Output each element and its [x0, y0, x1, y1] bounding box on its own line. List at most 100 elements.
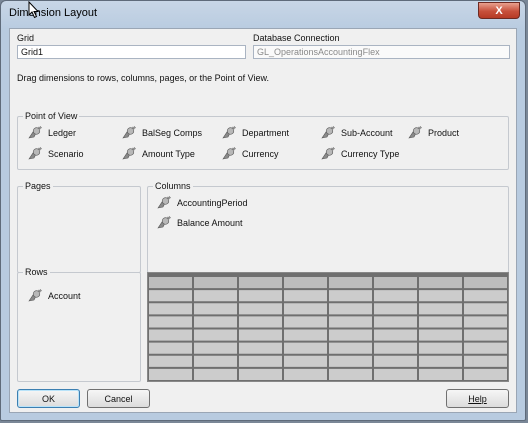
grid-cell: [329, 355, 372, 367]
grid-cell: [464, 355, 507, 367]
grid-cell: [194, 342, 237, 354]
grid-cell: [419, 368, 462, 380]
grid-cell: [149, 355, 192, 367]
grid-cell: [419, 342, 462, 354]
dimension-icon: [408, 126, 422, 139]
grid-cell: [239, 355, 282, 367]
dimension-label: Ledger: [48, 127, 77, 138]
grid-cell: [329, 342, 372, 354]
grid-cell: [464, 342, 507, 354]
grid-cell: [329, 290, 372, 302]
dimension-product[interactable]: Product: [407, 126, 459, 139]
dimension-icon: [28, 147, 42, 160]
grid-cell: [149, 342, 192, 354]
grid-cell: [419, 355, 462, 367]
point-of-view-title: Point of View: [23, 111, 80, 122]
grid-cell: [149, 368, 192, 380]
pages-drop-zone[interactable]: Pages: [17, 181, 141, 273]
grid-cell: [284, 277, 327, 289]
rows-title: Rows: [23, 267, 50, 278]
grid-cell: [149, 303, 192, 315]
dimension-layout-dialog: Dimension Layout X Grid Grid1 Database C…: [0, 0, 526, 421]
dimension-balance-amount[interactable]: Balance Amount: [156, 216, 243, 229]
dimension-currency[interactable]: Currency: [221, 147, 279, 160]
grid-cell: [329, 316, 372, 328]
grid-cell: [374, 329, 417, 341]
dimension-label: Account: [48, 290, 81, 301]
grid-cell: [149, 277, 192, 289]
dimension-account[interactable]: Account: [27, 289, 81, 302]
dimension-currency-type[interactable]: Currency Type: [320, 147, 399, 160]
dimension-icon: [157, 196, 171, 209]
grid-cell: [329, 368, 372, 380]
grid-cell: [464, 290, 507, 302]
dimension-icon: [321, 126, 335, 139]
grid-cell: [284, 290, 327, 302]
dimension-accounting-period[interactable]: AccountingPeriod: [156, 196, 248, 209]
grid-cell: [374, 368, 417, 380]
dimension-balseg-comps[interactable]: BalSeg Comps: [121, 126, 202, 139]
cancel-button[interactable]: Cancel: [87, 389, 150, 408]
grid-cell: [374, 290, 417, 302]
connection-label: Database Connection: [253, 33, 340, 43]
dimension-label: Scenario: [48, 148, 84, 159]
grid-cell: [194, 303, 237, 315]
dimension-icon: [122, 147, 136, 160]
dimension-ledger[interactable]: Ledger: [27, 126, 76, 139]
grid-cell: [194, 290, 237, 302]
grid-cell: [284, 342, 327, 354]
preview-grid-svg: [148, 273, 508, 381]
grid-cell: [239, 316, 282, 328]
dimension-department[interactable]: Department: [221, 126, 289, 139]
grid-cell: [329, 277, 372, 289]
grid-cell: [419, 329, 462, 341]
grid-cell: [194, 329, 237, 341]
connection-field: GL_OperationsAccountingFlex: [253, 45, 510, 59]
grid-cell: [464, 329, 507, 341]
close-button[interactable]: X: [478, 2, 520, 19]
grid-cell: [239, 368, 282, 380]
dimension-label: Currency: [242, 148, 279, 159]
dimension-label: BalSeg Comps: [142, 127, 203, 138]
grid-cell: [149, 329, 192, 341]
dimension-icon: [28, 126, 42, 139]
grid-cell: [419, 290, 462, 302]
grid-cell: [239, 342, 282, 354]
dimension-icon: [157, 216, 171, 229]
dimension-label: Balance Amount: [177, 217, 243, 228]
dimension-amount-type[interactable]: Amount Type: [121, 147, 195, 160]
grid-cell: [464, 277, 507, 289]
grid-cell: [149, 316, 192, 328]
instructions-text: Drag dimensions to rows, columns, pages,…: [17, 73, 269, 83]
grid-cell: [419, 303, 462, 315]
title-bar[interactable]: Dimension Layout X: [1, 1, 525, 28]
ok-button[interactable]: OK: [17, 389, 80, 408]
dimension-label: Product: [428, 127, 460, 138]
help-button[interactable]: Help: [446, 389, 509, 408]
rows-drop-zone[interactable]: Rows Account: [17, 267, 141, 382]
grid-name-field[interactable]: Grid1: [17, 45, 246, 59]
grid-cell: [149, 290, 192, 302]
grid-cell: [374, 355, 417, 367]
dimension-sub-account[interactable]: Sub-Account: [320, 126, 393, 139]
dimension-label: Sub-Account: [341, 127, 393, 138]
grid-cell: [329, 329, 372, 341]
columns-drop-zone[interactable]: Columns AccountingPeriod Balance Amount: [147, 181, 509, 273]
dimension-icon: [28, 289, 42, 302]
pages-title: Pages: [23, 181, 53, 192]
grid-cell: [194, 277, 237, 289]
grid-cell: [284, 355, 327, 367]
grid-cell: [374, 316, 417, 328]
dimension-icon: [321, 147, 335, 160]
dimension-icon: [122, 126, 136, 139]
dimension-scenario[interactable]: Scenario: [27, 147, 84, 160]
grid-cell: [194, 355, 237, 367]
dimension-label: Department: [242, 127, 290, 138]
grid-cell: [464, 316, 507, 328]
grid-cell: [464, 368, 507, 380]
grid-cell: [284, 368, 327, 380]
window-title: Dimension Layout: [9, 7, 98, 19]
point-of-view-group[interactable]: Point of View Ledger BalSeg Comps Depart…: [17, 111, 509, 170]
grid-cell: [284, 329, 327, 341]
layout-preview-grid: [147, 272, 509, 382]
